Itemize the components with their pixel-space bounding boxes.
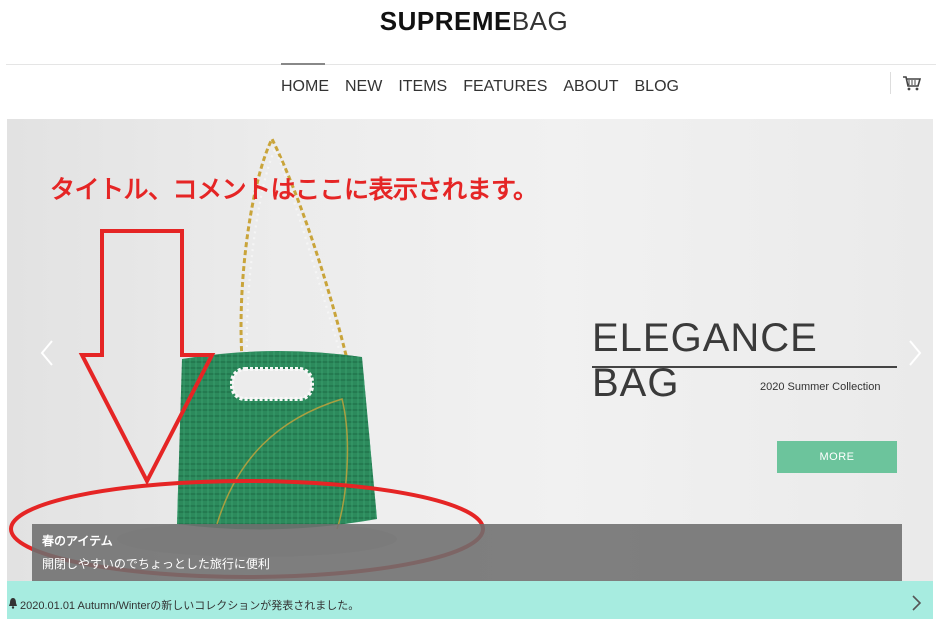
hero-headline-underline: [592, 366, 897, 368]
nav-divider: [6, 64, 936, 65]
bell-icon: [9, 598, 17, 609]
main-nav: HOME NEW ITEMS FEATURES ABOUT BLOG: [281, 78, 695, 96]
news-text[interactable]: 2020.01.01 Autumn/Winterの新しいコレクションが発表されま…: [20, 597, 359, 613]
chevron-right-icon[interactable]: [910, 593, 922, 613]
nav-item-items[interactable]: ITEMS: [398, 78, 447, 96]
caption-title: 春のアイテム: [42, 534, 113, 548]
nav-active-indicator: [281, 63, 325, 65]
chevron-right-icon[interactable]: [906, 338, 924, 368]
annotation-label: タイトル、コメントはここに表示されます。: [50, 176, 538, 204]
nav-item-new[interactable]: NEW: [345, 78, 382, 96]
logo-bold: SUPREME: [379, 6, 512, 36]
hero-subheadline: 2020 Summer Collection: [760, 381, 881, 393]
nav-item-blog[interactable]: BLOG: [635, 78, 679, 96]
cart-separator: [890, 72, 891, 94]
cart-icon[interactable]: [902, 75, 922, 91]
nav-item-about[interactable]: ABOUT: [563, 78, 618, 96]
logo-light: BAG: [511, 6, 569, 36]
more-button[interactable]: MORE: [777, 441, 897, 473]
slide-caption: [32, 524, 902, 581]
chevron-left-icon[interactable]: [38, 338, 56, 368]
site-logo[interactable]: SUPREMEBAG: [0, 6, 948, 37]
caption-description: 開閉しやすいのでちょっとした旅行に便利: [42, 557, 270, 571]
nav-item-home[interactable]: HOME: [281, 78, 329, 96]
nav-item-features[interactable]: FEATURES: [463, 78, 547, 96]
